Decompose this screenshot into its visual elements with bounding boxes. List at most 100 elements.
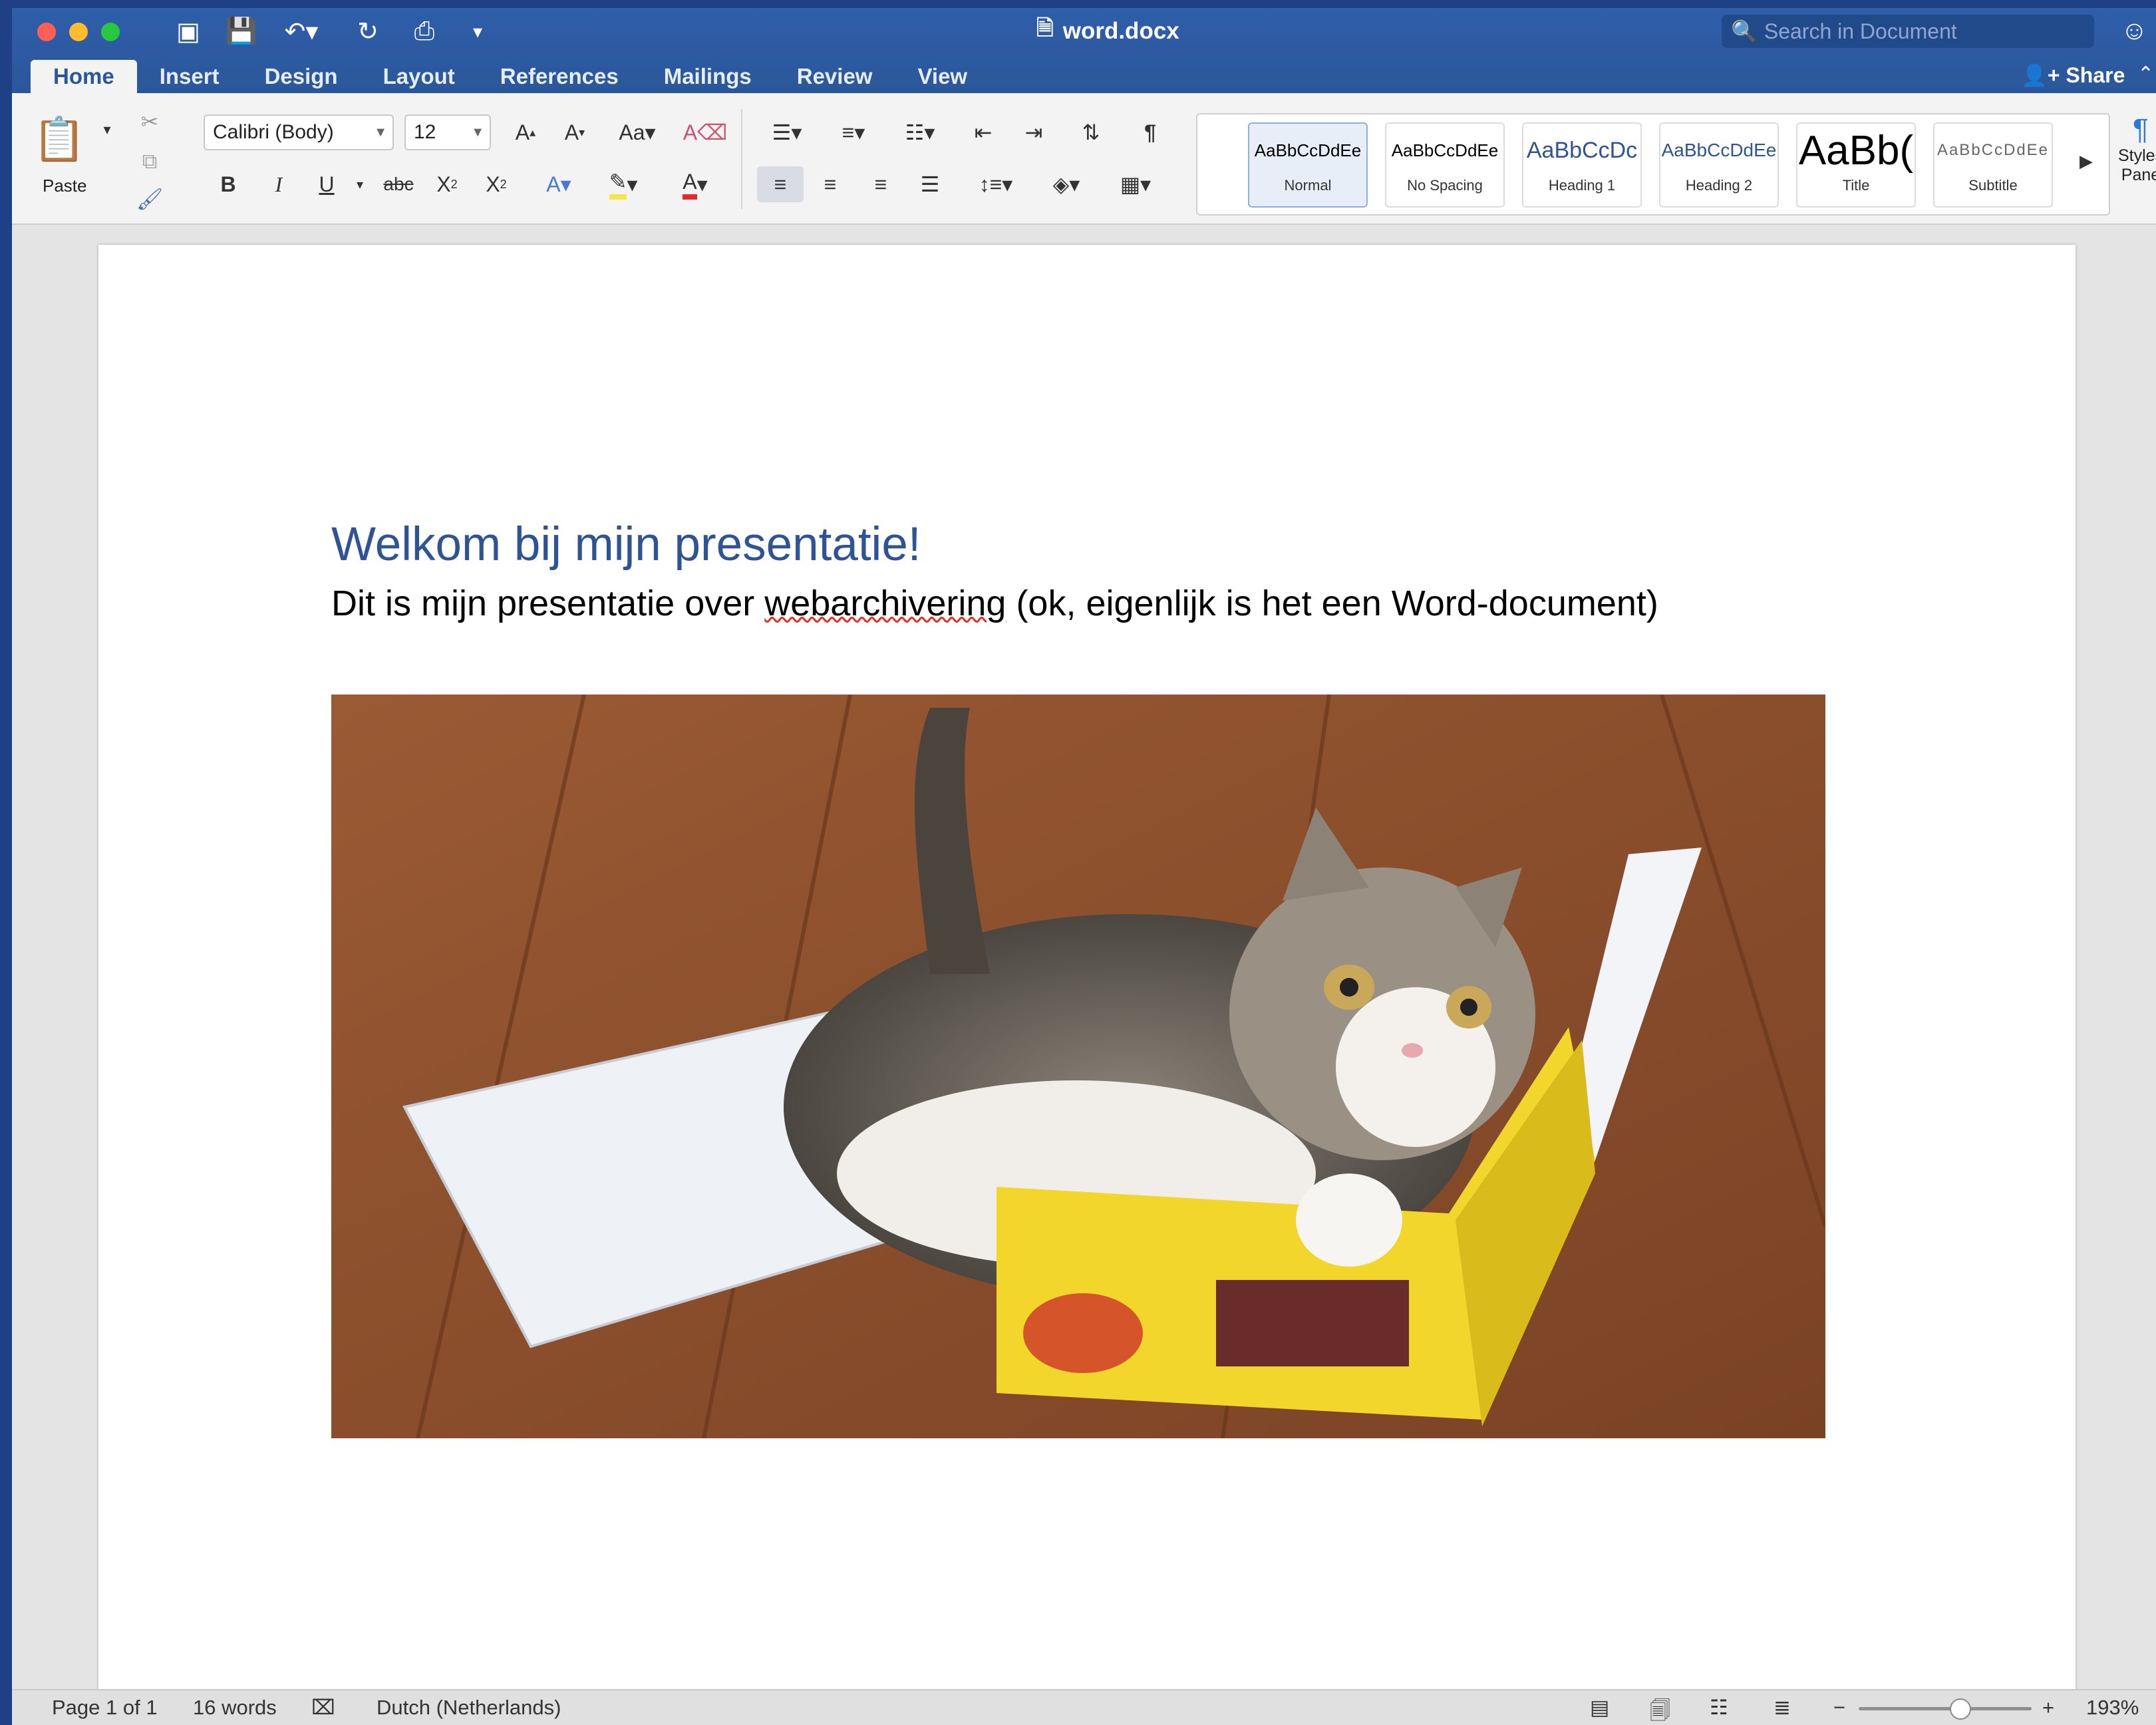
- styles-pane-button[interactable]: ¶ Styles Pane: [2114, 113, 2156, 185]
- customize-toolbar-icon[interactable]: ▾: [464, 15, 491, 48]
- subscript-icon[interactable]: X2: [428, 166, 466, 202]
- styles-pane-label-2: Pane: [2121, 166, 2156, 184]
- ribbon-home: 📋 ▾ Paste ✂ ⧉ 🖌 Calibri (Body) ▼ 12 ▼ A ▴…: [12, 93, 2156, 225]
- style-no-spacing[interactable]: AaBbCcDdEe No Spacing: [1385, 122, 1505, 208]
- sidebar-toggle-icon[interactable]: ▣: [172, 15, 205, 48]
- save-icon[interactable]: 💾: [225, 15, 258, 48]
- zoom-slider-handle[interactable]: [1949, 1698, 1971, 1720]
- sort-icon[interactable]: ⇅: [1071, 114, 1111, 150]
- tab-design[interactable]: Design: [242, 60, 361, 93]
- print-layout-view-icon[interactable]: ▤: [1590, 1696, 1609, 1720]
- format-painter-icon[interactable]: 🖌: [133, 182, 166, 216]
- search-document-field[interactable]: 🔍 Search in Document: [1722, 15, 2094, 48]
- clear-formatting-icon[interactable]: A⌫: [683, 114, 728, 150]
- align-center-icon[interactable]: ≡: [810, 166, 850, 202]
- tab-layout[interactable]: Layout: [361, 60, 478, 93]
- multilevel-list-icon[interactable]: ☷▾: [890, 114, 950, 150]
- styles-pane-label: Styles: [2117, 146, 2156, 165]
- cat-photo-illustration: [331, 695, 1825, 1438]
- tab-view[interactable]: View: [895, 60, 990, 93]
- style-heading-2[interactable]: AaBbCcDdEe Heading 2: [1659, 122, 1779, 208]
- strikethrough-icon[interactable]: abc: [377, 166, 420, 202]
- show-formatting-marks-icon[interactable]: ¶: [1132, 114, 1168, 150]
- document-heading[interactable]: Welkom bij mijn presentatie!: [331, 518, 921, 571]
- misspelled-word[interactable]: webarchivering: [764, 583, 1006, 623]
- tab-home[interactable]: Home: [31, 60, 137, 93]
- paste-label[interactable]: Paste: [43, 176, 87, 196]
- close-window-button[interactable]: [37, 23, 56, 41]
- tab-review[interactable]: Review: [774, 60, 895, 93]
- style-heading-1[interactable]: AaBbCcDc Heading 1: [1522, 122, 1642, 208]
- shrink-font-icon[interactable]: A ▾: [555, 114, 595, 150]
- bullets-icon[interactable]: ☰▾: [757, 114, 817, 150]
- underline-chevron-icon[interactable]: ▾: [350, 166, 370, 202]
- tab-references[interactable]: References: [478, 60, 641, 93]
- redo-icon[interactable]: ↻: [351, 15, 385, 48]
- font-size-select[interactable]: 12 ▼: [404, 114, 491, 150]
- undo-icon[interactable]: ↶▾: [278, 15, 325, 48]
- decrease-indent-icon[interactable]: ⇤: [963, 114, 1003, 150]
- font-color-icon[interactable]: A ▾: [665, 166, 725, 202]
- outline-view-icon[interactable]: ☷: [1710, 1696, 1728, 1720]
- increase-indent-icon[interactable]: ⇥: [1014, 114, 1054, 150]
- shading-icon[interactable]: ◈▾: [1036, 166, 1096, 202]
- document-canvas[interactable]: Welkom bij mijn presentatie! Dit is mijn…: [12, 225, 2156, 1725]
- italic-icon[interactable]: I: [262, 166, 295, 202]
- cut-icon[interactable]: ✂: [133, 105, 166, 138]
- borders-icon[interactable]: ▦▾: [1106, 166, 1165, 202]
- draft-view-icon[interactable]: ≣: [1773, 1696, 1791, 1720]
- style-title[interactable]: AaBb( Title: [1796, 122, 1916, 208]
- zoom-slider[interactable]: [1859, 1707, 2032, 1710]
- paste-icon[interactable]: 📋: [33, 109, 86, 169]
- copy-icon[interactable]: ⧉: [133, 145, 166, 178]
- share-button[interactable]: 👤+ Share: [2021, 63, 2125, 88]
- tab-mailings[interactable]: Mailings: [641, 60, 774, 93]
- feedback-smiley-icon[interactable]: ☺: [2121, 16, 2148, 46]
- zoom-level[interactable]: 193%: [2086, 1696, 2139, 1720]
- print-icon[interactable]: ⎙: [404, 15, 444, 48]
- style-subtitle[interactable]: AaBbCcDdEe Subtitle: [1933, 122, 2053, 208]
- word-count[interactable]: 16 words: [193, 1696, 277, 1720]
- text-effects-icon[interactable]: A▾: [534, 166, 584, 202]
- minimize-window-button[interactable]: [69, 23, 88, 41]
- cat-in-box-photo[interactable]: [331, 695, 1825, 1438]
- style-name: Heading 2: [1685, 177, 1753, 194]
- line-spacing-icon[interactable]: ↕≡▾: [967, 166, 1024, 202]
- style-normal[interactable]: AaBbCcDdEe Normal: [1248, 122, 1368, 208]
- zoom-window-button[interactable]: [101, 23, 120, 41]
- search-icon: 🔍: [1731, 19, 1758, 43]
- font-name-select[interactable]: Calibri (Body) ▼: [204, 114, 394, 150]
- page-count[interactable]: Page 1 of 1: [52, 1696, 158, 1720]
- zoom-out-icon[interactable]: −: [1833, 1696, 1845, 1720]
- chevron-down-icon: ▼: [471, 124, 484, 140]
- style-name: Title: [1842, 177, 1870, 194]
- styles-more-arrow-icon[interactable]: ▶: [2073, 141, 2099, 181]
- ribbon-tabs: Home Insert Design Layout References Mai…: [31, 60, 990, 93]
- numbering-icon[interactable]: ≡▾: [824, 114, 883, 150]
- justify-icon[interactable]: ☰: [910, 166, 950, 202]
- document-language[interactable]: Dutch (Netherlands): [377, 1696, 561, 1720]
- align-right-icon[interactable]: ≡: [861, 166, 901, 202]
- web-layout-view-icon[interactable]: 🗐: [1650, 1696, 1670, 1725]
- document-body-text[interactable]: Dit is mijn presentatie over webarchiver…: [331, 583, 1658, 624]
- document-page[interactable]: Welkom bij mijn presentatie! Dit is mijn…: [98, 245, 2076, 1725]
- style-sample: AaBbCcDdEe: [1936, 141, 2050, 159]
- paste-options-chevron-icon[interactable]: ▾: [97, 120, 117, 140]
- grow-font-icon[interactable]: A ▴: [506, 114, 545, 150]
- bold-icon[interactable]: B: [212, 166, 245, 202]
- underline-icon[interactable]: U: [310, 166, 343, 202]
- status-bar: Page 1 of 1 16 words ⌧ Dutch (Netherland…: [12, 1689, 2156, 1725]
- ribbon-separator: [741, 109, 742, 209]
- tab-insert[interactable]: Insert: [137, 60, 242, 93]
- collapse-ribbon-icon[interactable]: ⌃: [2137, 63, 2154, 86]
- style-name: Heading 1: [1548, 177, 1616, 194]
- zoom-in-icon[interactable]: +: [2042, 1696, 2054, 1720]
- highlight-color-icon[interactable]: ✎ ▾: [593, 166, 653, 202]
- superscript-icon[interactable]: X2: [478, 166, 515, 202]
- styles-pane-icon: ¶: [2133, 113, 2149, 146]
- style-sample: AaBbCcDdEe: [1661, 140, 1777, 160]
- proofing-icon[interactable]: ⌧: [311, 1696, 335, 1720]
- title-bar: ▣ 💾 ↶▾ ↻ ⎙ ▾ 🗎 word.docx 🔍 Search in Doc…: [12, 8, 2156, 93]
- change-case-icon[interactable]: Aa▾: [611, 114, 664, 150]
- align-left-icon[interactable]: ≡: [757, 166, 804, 202]
